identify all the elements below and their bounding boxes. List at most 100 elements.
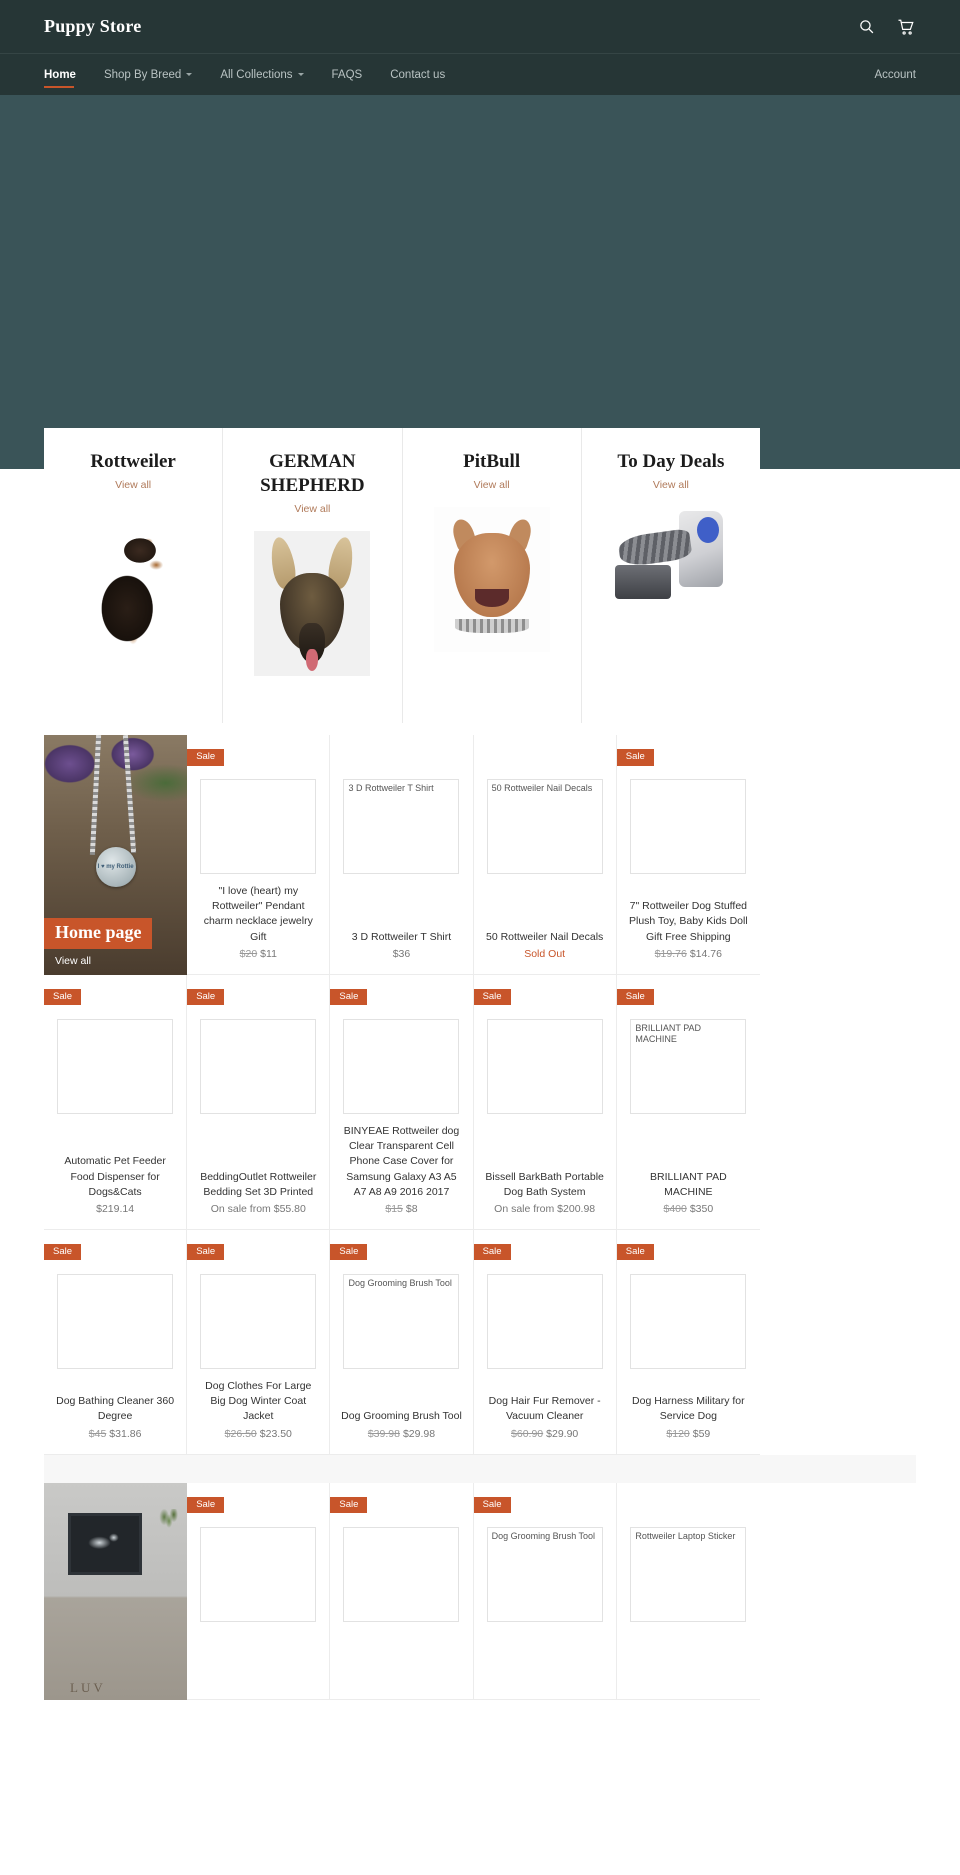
product-image: BRILLIANT PAD MACHINE	[630, 1018, 747, 1114]
nav-item-label: Home	[44, 68, 76, 81]
product-meta: BeddingOutlet Rottweiler Bedding Set 3D …	[197, 1160, 319, 1215]
status-badge: Sold Out	[524, 947, 566, 960]
price-sale: $350	[689, 1202, 714, 1215]
rottweiler-photo	[75, 506, 192, 652]
product-card[interactable]: Sale 7" Rottweiler Dog Stuffed Plush Toy…	[616, 735, 760, 975]
pendant-text: I ♥ my Rottie	[97, 863, 134, 870]
price-sale: $31.86	[109, 1427, 142, 1440]
product-price: $36	[340, 948, 462, 960]
sale-badge: Sale	[187, 1496, 225, 1514]
product-card[interactable]: Sale "I love (heart) my Rottweiler" Pend…	[187, 735, 331, 975]
product-image: Dog Grooming Brush Tool	[343, 1273, 460, 1369]
price-original: $60.90	[511, 1427, 544, 1440]
search-icon[interactable]	[856, 17, 876, 37]
product-price: $60.90 $29.90	[484, 1428, 606, 1440]
price-sale: $8	[405, 1202, 418, 1215]
product-price: $120 $59	[627, 1428, 750, 1440]
product-image: Rottweiler Laptop Sticker	[630, 1526, 747, 1622]
product-card[interactable]: Sale Dog Bathing Cleaner 360 Degree $45 $…	[44, 1229, 188, 1455]
collection-title: To Day Deals	[617, 451, 725, 472]
product-meta: BRILLIANT PAD MACHINE $400 $350	[627, 1160, 750, 1215]
product-title: Automatic Pet Feeder Food Dispenser for …	[64, 1155, 166, 1198]
price-original: $26.50	[224, 1427, 257, 1440]
product-title: BRILLIANT PAD MACHINE	[650, 1170, 727, 1198]
collection-card-pitbull[interactable]: PitBull View all	[403, 428, 582, 723]
product-card[interactable]: Sale Dog Grooming Brush Tool Dog Groomin…	[330, 1229, 474, 1455]
product-title: 3 D Rottweiler T Shirt	[351, 930, 452, 943]
product-title: Dog Harness Military for Service Dog	[632, 1395, 745, 1423]
collection-view-all-link[interactable]: View all	[474, 479, 510, 491]
product-meta: BINYEAE Rottweiler dog Clear Transparent…	[340, 1114, 462, 1215]
sale-badge: Sale	[473, 988, 511, 1006]
product-card[interactable]: Sale BINYEAE Rottweiler dog Clear Transp…	[330, 974, 474, 1230]
nav-item-faqs[interactable]: FAQS	[318, 54, 377, 95]
price-sale: $29.90	[546, 1427, 579, 1440]
product-meta: Dog Hair Fur Remover - Vacuum Cleaner $6…	[484, 1384, 606, 1439]
price-sale: $23.50	[259, 1427, 292, 1440]
product-card[interactable]: Sale BeddingOutlet Rottweiler Bedding Se…	[187, 974, 331, 1230]
product-price: On sale from $200.98	[484, 1203, 606, 1215]
nav-item-all-collections[interactable]: All Collections	[206, 54, 317, 95]
product-title: "I love (heart) my Rottweiler" Pendant c…	[203, 885, 313, 943]
product-row: Sale Automatic Pet Feeder Food Dispenser…	[44, 974, 916, 1230]
product-meta	[340, 1675, 462, 1685]
sale-badge: Sale	[44, 988, 82, 1006]
collection-view-all-link[interactable]: View all	[115, 479, 151, 491]
price-original: $20	[239, 947, 258, 960]
price-sale: $36	[392, 947, 411, 960]
feature-card-home-page[interactable]: I ♥ my Rottie Home page View all	[44, 735, 188, 975]
collection-title: PitBull	[463, 451, 521, 472]
product-card[interactable]: Sale Automatic Pet Feeder Food Dispenser…	[44, 974, 188, 1230]
section-divider	[44, 1454, 916, 1483]
product-card[interactable]: 3 D Rottweiler T Shirt 3 D Rottweiler T …	[330, 735, 474, 975]
product-card[interactable]: Sale Dog Harness Military for Service Do…	[616, 1229, 760, 1455]
product-price: Sold Out	[484, 948, 606, 960]
product-title: BINYEAE Rottweiler dog Clear Transparent…	[343, 1124, 460, 1198]
product-card[interactable]: Sale Dog Clothes For Large Big Dog Winte…	[187, 1229, 331, 1455]
plant-decoration	[157, 1508, 182, 1549]
nav-item-shop-by-breed[interactable]: Shop By Breed	[90, 54, 206, 95]
product-image	[343, 1526, 460, 1622]
cart-icon[interactable]	[896, 17, 916, 37]
pendant-image: I ♥ my Rottie	[95, 847, 136, 887]
product-price: $15 $8	[340, 1203, 462, 1215]
product-card[interactable]: Sale	[187, 1482, 331, 1700]
nav-item-contact-us[interactable]: Contact us	[376, 54, 459, 95]
sale-badge: Sale	[616, 988, 654, 1006]
collection-card-rottweiler[interactable]: Rottweiler View all	[44, 428, 224, 723]
feature-card-wall-art[interactable]: LUV	[44, 1482, 188, 1700]
product-image	[486, 1018, 603, 1114]
collection-view-all-link[interactable]: View all	[294, 503, 330, 515]
product-meta: Dog Clothes For Large Big Dog Winter Coa…	[197, 1369, 319, 1440]
product-image	[57, 1018, 174, 1114]
price-original: $45	[88, 1427, 107, 1440]
collection-view-all-link[interactable]: View all	[653, 479, 689, 491]
feature-title-wrap: Home page	[44, 918, 153, 949]
product-meta: Automatic Pet Feeder Food Dispenser for …	[54, 1144, 176, 1215]
nav-item-label: FAQS	[331, 68, 363, 81]
product-meta: Bissell BarkBath Portable Dog Bath Syste…	[484, 1160, 606, 1215]
product-image	[200, 1526, 317, 1622]
site-header: Puppy Store	[0, 0, 960, 53]
site-logo[interactable]: Puppy Store	[44, 16, 141, 37]
product-title: Dog Hair Fur Remover - Vacuum Cleaner	[488, 1395, 601, 1423]
sale-badge: Sale	[187, 749, 225, 766]
product-image	[630, 779, 747, 874]
product-card[interactable]: Sale Dog Grooming Brush Tool	[473, 1482, 617, 1700]
product-card[interactable]: Sale Bissell BarkBath Portable Dog Bath …	[473, 974, 617, 1230]
product-image	[200, 779, 317, 874]
sale-badge: Sale	[473, 1243, 511, 1261]
collection-card-german-shepherd[interactable]: GERMAN SHEPHERD View all	[223, 428, 403, 723]
product-card[interactable]: Sale	[330, 1482, 474, 1700]
feature-view-all-link[interactable]: View all	[55, 955, 91, 967]
product-card[interactable]: 50 Rottweiler Nail Decals 50 Rottweiler …	[473, 735, 617, 975]
collection-card-today-deals[interactable]: To Day Deals View all	[582, 428, 760, 723]
product-card[interactable]: Sale BRILLIANT PAD MACHINE BRILLIANT PAD…	[616, 974, 760, 1230]
product-card[interactable]: Rottweiler Laptop Sticker	[616, 1482, 760, 1700]
nav-item-label: Contact us	[390, 68, 446, 81]
account-link[interactable]: Account	[874, 69, 916, 81]
product-row: LUV Sale Sale Sale Dog Grooming Brush To…	[44, 1482, 916, 1700]
nav-item-home[interactable]: Home	[44, 54, 90, 95]
sale-badge: Sale	[616, 1243, 654, 1261]
product-card[interactable]: Sale Dog Hair Fur Remover - Vacuum Clean…	[473, 1229, 617, 1455]
